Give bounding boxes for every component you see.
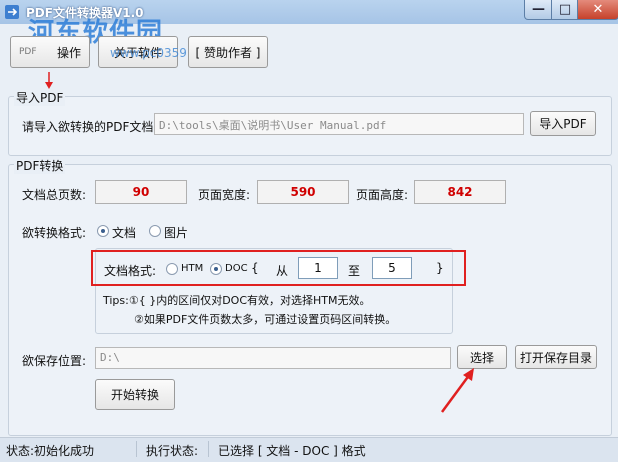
minimize-button[interactable]: — bbox=[524, 0, 553, 20]
sponsor-button[interactable]: [ 赞助作者 ] bbox=[188, 36, 268, 68]
from-page-input[interactable]: 1 bbox=[298, 257, 338, 279]
format-option-document: 文档 bbox=[112, 226, 137, 240]
range-close-brace: } bbox=[436, 261, 444, 275]
page-width-label: 页面宽度: bbox=[198, 188, 251, 202]
close-button[interactable]: ✕ bbox=[577, 0, 618, 20]
import-prompt: 请导入欲转换的PDF文档: bbox=[22, 120, 158, 134]
pdf-icon: PDF bbox=[19, 47, 37, 57]
format-radio-image[interactable] bbox=[149, 225, 161, 237]
exec-status-value: 已选择 [ 文档 - DOC ] 格式 bbox=[218, 444, 366, 458]
page-height-value: 842 bbox=[414, 180, 506, 204]
total-pages-value: 90 bbox=[95, 180, 187, 204]
page-width-value: 590 bbox=[257, 180, 349, 204]
to-label: 至 bbox=[348, 264, 361, 278]
range-open-brace: { bbox=[251, 261, 259, 275]
total-pages-label: 文档总页数: bbox=[22, 188, 87, 202]
status-text: 状态:初始化成功 bbox=[6, 444, 95, 458]
red-arrow-pointer-icon bbox=[440, 368, 474, 413]
format-option-image: 图片 bbox=[164, 226, 189, 240]
start-convert-button[interactable]: 开始转换 bbox=[95, 379, 175, 410]
save-location-label: 欲保存位置: bbox=[22, 354, 87, 368]
to-page-input[interactable]: 5 bbox=[372, 257, 412, 279]
exec-status-label: 执行状态: bbox=[146, 444, 199, 458]
app-icon bbox=[5, 5, 19, 19]
import-pdf-button[interactable]: 导入PDF bbox=[530, 111, 596, 136]
doc-radio-htm[interactable] bbox=[166, 263, 178, 275]
save-path-field[interactable]: D:\ bbox=[95, 347, 451, 369]
doc-option-doc: DOC bbox=[225, 263, 248, 274]
convert-group-title: PDF转换 bbox=[14, 157, 66, 174]
status-separator bbox=[208, 441, 209, 457]
format-radio-document[interactable] bbox=[97, 225, 109, 237]
format-label: 欲转换格式: bbox=[22, 226, 87, 240]
doc-radio-doc[interactable] bbox=[210, 263, 222, 275]
open-save-dir-button[interactable]: 打开保存目录 bbox=[515, 345, 597, 369]
maximize-button[interactable]: □ bbox=[551, 0, 579, 20]
doc-option-htm: HTM bbox=[181, 263, 204, 274]
status-bar: 状态:初始化成功 执行状态: 已选择 [ 文档 - DOC ] 格式 bbox=[0, 437, 618, 462]
red-arrow-down-icon bbox=[45, 72, 53, 89]
pdf-path-field[interactable]: D:\tools\桌面\说明书\User Manual.pdf bbox=[154, 113, 524, 135]
tips-line-2: ②如果PDF文件页数太多，可通过设置页码区间转换。 bbox=[134, 313, 397, 326]
from-label: 从 bbox=[276, 264, 289, 278]
operate-label: 操作 bbox=[56, 45, 81, 60]
import-group-title: 导入PDF bbox=[14, 89, 66, 106]
tips-line-1: Tips:①{ }内的区间仅对DOC有效，对选择HTM无效。 bbox=[103, 294, 371, 307]
app-window: PDF文件转换器V1.0 — □ ✕ 河东软件园 PDF 操作 关于软件 www… bbox=[0, 0, 618, 462]
operate-button[interactable]: PDF 操作 bbox=[10, 36, 90, 68]
doc-format-label: 文档格式: bbox=[104, 264, 157, 278]
status-separator bbox=[136, 441, 137, 457]
page-height-label: 页面高度: bbox=[356, 188, 409, 202]
